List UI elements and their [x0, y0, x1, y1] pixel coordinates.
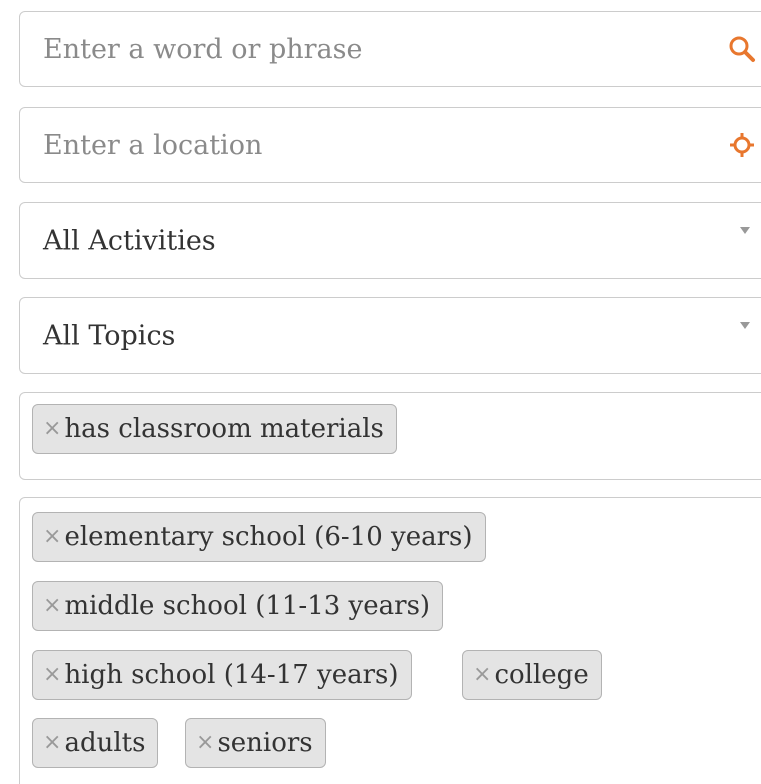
activities-select[interactable]: All Activities	[19, 202, 761, 279]
tag-middle-school[interactable]: × middle school (11-13 years)	[32, 581, 444, 631]
remove-tag-icon[interactable]: ×	[196, 732, 214, 754]
topics-select[interactable]: All Topics	[19, 297, 761, 374]
crosshair-icon[interactable]	[726, 129, 758, 161]
search-field[interactable]	[19, 11, 761, 87]
activities-selected-value: All Activities	[43, 225, 216, 256]
tag-label: adults	[64, 728, 146, 758]
tag-label: college	[494, 660, 589, 690]
remove-tag-icon[interactable]: ×	[43, 418, 61, 440]
tag-adults[interactable]: × adults	[32, 718, 159, 768]
remove-tag-icon[interactable]: ×	[473, 664, 491, 686]
tag-high-school[interactable]: × high school (14-17 years)	[32, 650, 412, 700]
tag-elementary-school[interactable]: × elementary school (6-10 years)	[32, 512, 486, 562]
tag-has-classroom-materials[interactable]: × has classroom materials	[32, 404, 397, 454]
remove-tag-icon[interactable]: ×	[43, 595, 61, 617]
tag-label: high school (14-17 years)	[64, 660, 399, 690]
chevron-down-icon[interactable]	[740, 227, 750, 234]
remove-tag-icon[interactable]: ×	[43, 664, 61, 686]
materials-tag-field[interactable]: × has classroom materials	[19, 392, 761, 480]
location-input[interactable]	[20, 108, 761, 182]
tag-label: middle school (11-13 years)	[64, 591, 431, 621]
tag-label: seniors	[217, 728, 313, 758]
remove-tag-icon[interactable]: ×	[43, 732, 61, 754]
tag-college[interactable]: × college	[462, 650, 602, 700]
age-groups-tag-field[interactable]: × elementary school (6-10 years) × middl…	[19, 497, 761, 784]
chevron-down-icon[interactable]	[740, 322, 750, 329]
topics-selected-value: All Topics	[43, 320, 176, 351]
tag-label: has classroom materials	[64, 414, 384, 444]
tag-seniors[interactable]: × seniors	[185, 718, 326, 768]
tag-label: elementary school (6-10 years)	[64, 522, 473, 552]
remove-tag-icon[interactable]: ×	[43, 526, 61, 548]
search-input[interactable]	[20, 12, 761, 86]
location-field[interactable]	[19, 107, 761, 183]
search-icon[interactable]	[726, 33, 758, 65]
